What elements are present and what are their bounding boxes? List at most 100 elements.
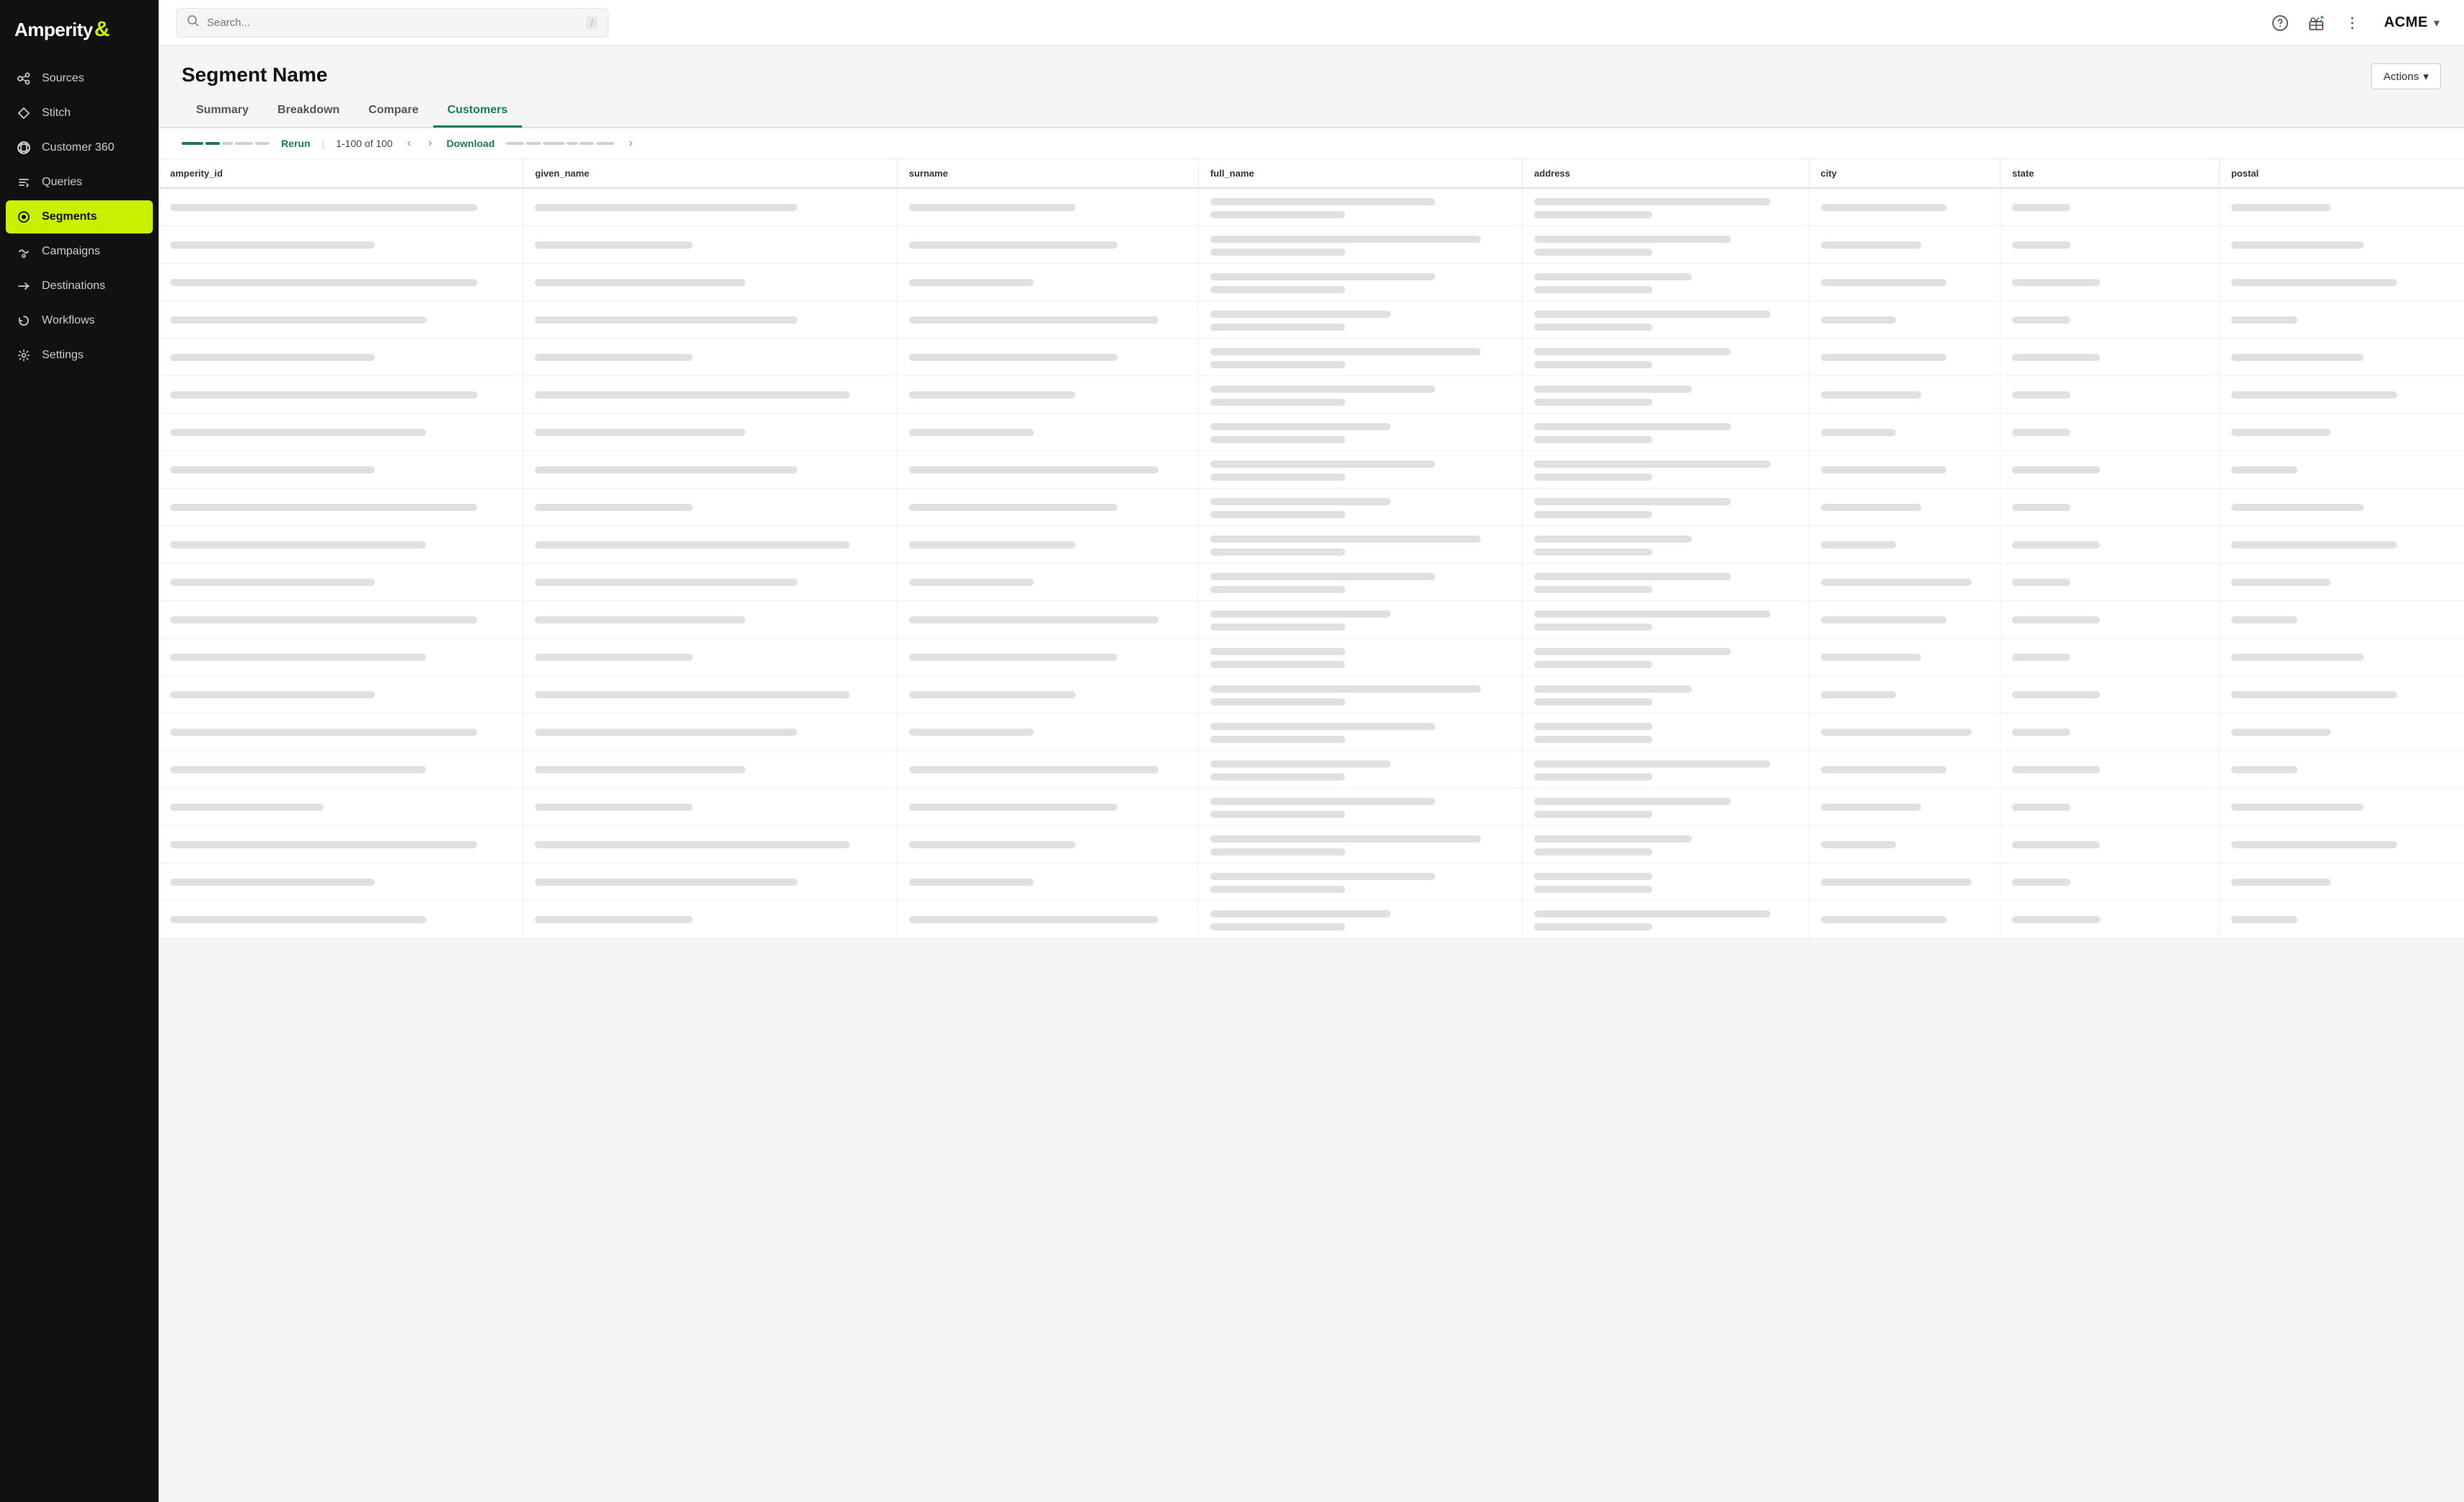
pagination-prev-arrow[interactable]: ‹	[404, 135, 414, 151]
table-cell	[523, 301, 898, 339]
table-cell	[2000, 226, 2220, 264]
table-cell	[897, 526, 1198, 564]
actions-chevron-icon: ▾	[2423, 70, 2429, 83]
table-cell	[523, 489, 898, 526]
sidebar-item-sources[interactable]: Sources	[6, 62, 153, 95]
search-input[interactable]	[207, 17, 579, 29]
sidebar-item-settings[interactable]: Settings	[6, 339, 153, 372]
expand-arrow[interactable]: ›	[626, 135, 635, 151]
table-cell	[159, 601, 523, 639]
actions-button[interactable]: Actions ▾	[2371, 63, 2441, 89]
table-cell	[1809, 601, 2000, 639]
pagination-next-arrow[interactable]: ›	[425, 135, 435, 151]
pagination-bar-left	[182, 142, 270, 145]
table-cell	[2219, 451, 2464, 489]
table-row	[159, 714, 2464, 751]
sidebar-item-customer360[interactable]: Customer 360	[6, 131, 153, 164]
table-cell	[1523, 264, 1809, 301]
table-row	[159, 901, 2464, 938]
sidebar-item-stitch[interactable]: Stitch	[6, 97, 153, 130]
sidebar-item-destinations[interactable]: Destinations	[6, 270, 153, 303]
col-city: city	[1809, 159, 2000, 188]
table-cell	[1198, 601, 1522, 639]
table-row	[159, 188, 2464, 226]
table-cell	[2219, 676, 2464, 714]
table-cell	[2219, 601, 2464, 639]
table-cell	[2000, 751, 2220, 788]
search-box[interactable]: /	[176, 8, 608, 37]
search-icon	[187, 14, 200, 31]
sidebar-label-settings: Settings	[42, 349, 84, 362]
tab-breakdown[interactable]: Breakdown	[263, 95, 354, 128]
sidebar-label-destinations: Destinations	[42, 280, 105, 293]
table-row	[159, 639, 2464, 676]
table-cell	[1198, 264, 1522, 301]
main-content: /	[159, 0, 2464, 1502]
table-cell	[2219, 714, 2464, 751]
tab-summary[interactable]: Summary	[182, 95, 263, 128]
table-cell	[1198, 751, 1522, 788]
sidebar-label-segments: Segments	[42, 210, 97, 223]
segments-icon	[16, 209, 32, 225]
table-cell	[2000, 639, 2220, 676]
table-cell	[2219, 751, 2464, 788]
download-link[interactable]: Download	[446, 138, 495, 149]
account-button[interactable]: ACME ▾	[2377, 10, 2447, 35]
page-content: Segment Name Actions ▾ Summary Breakdown…	[159, 46, 2464, 1502]
table-cell	[2000, 264, 2220, 301]
sidebar-item-campaigns[interactable]: Campaigns	[6, 235, 153, 268]
table-cell	[2000, 526, 2220, 564]
table-cell	[159, 564, 523, 601]
table-cell	[1198, 639, 1522, 676]
table-cell	[2219, 564, 2464, 601]
table-cell	[2000, 489, 2220, 526]
table-row	[159, 826, 2464, 863]
table-cell	[1198, 414, 1522, 451]
table-cell	[2000, 451, 2220, 489]
table-row	[159, 226, 2464, 264]
table-cell	[1198, 788, 1522, 826]
table-cell	[159, 901, 523, 938]
sidebar-item-queries[interactable]: Queries	[6, 166, 153, 199]
table-cell	[523, 676, 898, 714]
rerun-link[interactable]: Rerun	[281, 138, 310, 149]
table-cell	[523, 188, 898, 226]
tab-customers[interactable]: Customers	[433, 95, 523, 128]
table-cell	[1809, 676, 2000, 714]
table-cell	[2000, 564, 2220, 601]
table-cell	[897, 264, 1198, 301]
more-options-icon[interactable]	[2341, 12, 2364, 35]
table-cell	[523, 601, 898, 639]
table-row	[159, 526, 2464, 564]
sources-icon	[16, 71, 32, 86]
logo-symbol: &	[94, 17, 110, 42]
tab-compare[interactable]: Compare	[354, 95, 433, 128]
sidebar: Amperity& Sources Stitch	[0, 0, 159, 1502]
table-cell	[2219, 414, 2464, 451]
sidebar-item-segments[interactable]: Segments	[6, 200, 153, 234]
table-cell	[159, 639, 523, 676]
topbar-icons: ACME ▾	[2269, 10, 2447, 35]
col-address: address	[1523, 159, 1809, 188]
table-cell	[523, 414, 898, 451]
table-cell	[523, 526, 898, 564]
table-cell	[897, 376, 1198, 414]
pagination-count: 1-100 of 100	[336, 138, 393, 149]
table-container: Rerun | 1-100 of 100 ‹ › Download ›	[159, 128, 2464, 938]
table-cell	[2000, 676, 2220, 714]
help-icon[interactable]	[2269, 12, 2292, 35]
sidebar-item-workflows[interactable]: Workflows	[6, 304, 153, 337]
gift-icon[interactable]	[2305, 12, 2328, 35]
table-row	[159, 376, 2464, 414]
table-cell	[1523, 676, 1809, 714]
table-cell	[1809, 451, 2000, 489]
sidebar-label-customer360: Customer 360	[42, 141, 115, 154]
actions-label: Actions	[2383, 71, 2419, 83]
table-cell	[1523, 526, 1809, 564]
table-cell	[159, 339, 523, 376]
col-state: state	[2000, 159, 2220, 188]
table-cell	[2000, 376, 2220, 414]
logo: Amperity&	[0, 0, 159, 62]
table-cell	[1523, 863, 1809, 901]
table-cell	[523, 264, 898, 301]
